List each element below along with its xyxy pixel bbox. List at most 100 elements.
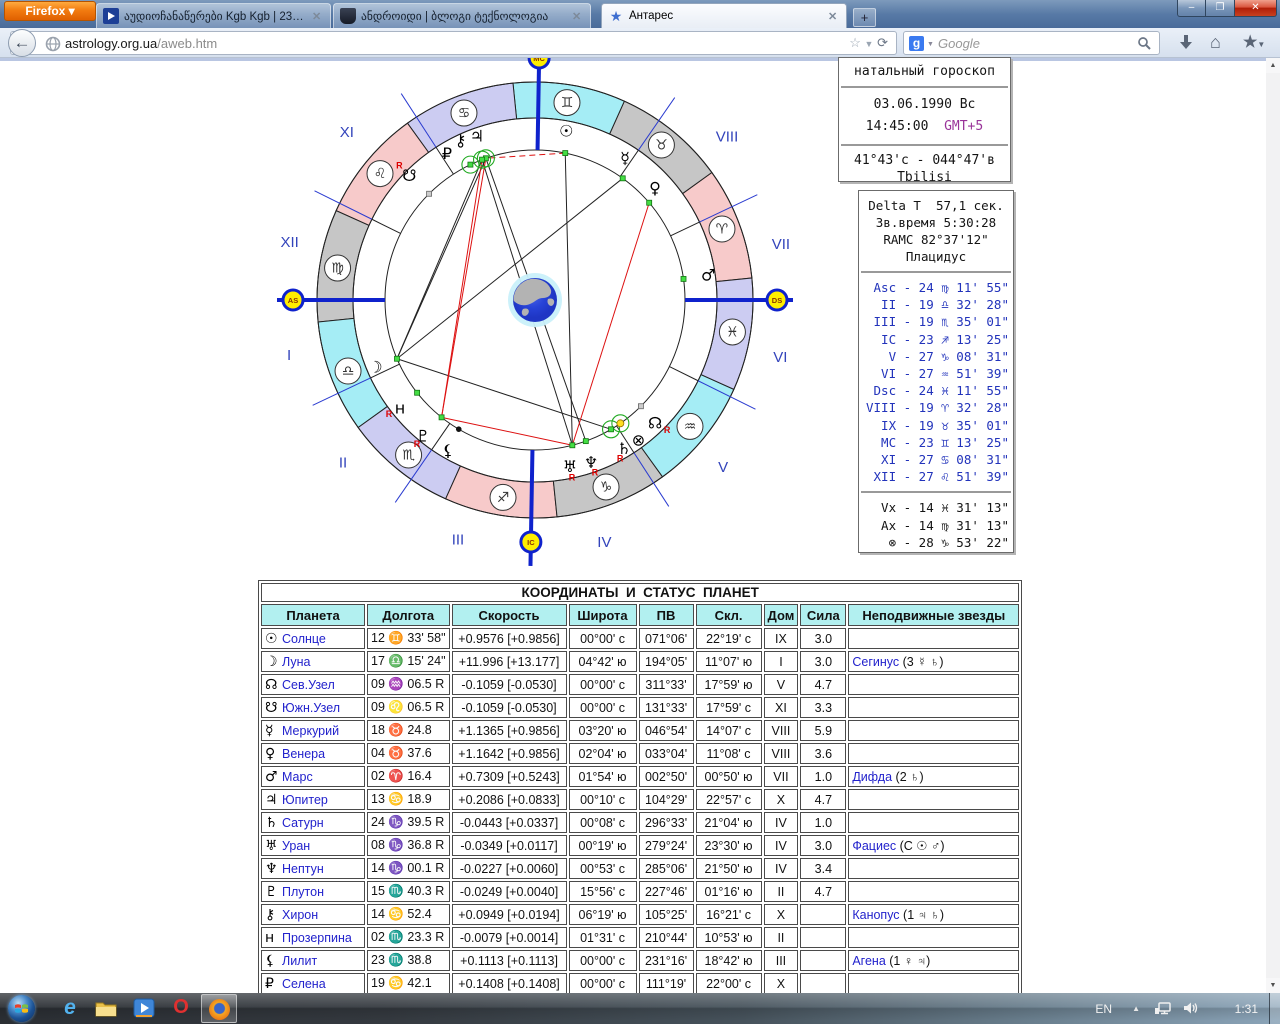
cusp-XII: XII - 27 ♌ 51' 39"	[859, 468, 1013, 485]
planet-name-link[interactable]: Сатурн	[282, 816, 324, 830]
planet-name-link[interactable]: Венера	[282, 747, 325, 761]
planet-glyph-fortune: ⊗	[632, 430, 645, 449]
language-indicator[interactable]: EN	[1095, 1002, 1112, 1016]
planet-name-link[interactable]: Южн.Узел	[282, 701, 340, 715]
planet-glyph-sun: ☉	[559, 121, 573, 140]
planet-row-Сатурн: ♄Сатурн24 ♑ 39.5 R-0.0443 [+0.0337]00°08…	[261, 812, 1019, 833]
cell-speed: -0.1059 [-0.0530]	[452, 674, 567, 695]
column-header-3: Скорость	[452, 604, 567, 626]
house-label-IV: IV	[597, 534, 611, 551]
svg-text:R: R	[569, 472, 576, 482]
download-icon[interactable]	[1176, 32, 1196, 52]
volume-icon[interactable]	[1182, 1000, 1200, 1016]
house-label-II: II	[339, 455, 347, 472]
show-desktop-button[interactable]	[1269, 993, 1280, 1024]
planet-name-link[interactable]: Марс	[282, 770, 313, 784]
house-label-I: I	[287, 347, 291, 364]
cusp-VI: VI - 27 ♒ 51' 39"	[859, 365, 1013, 382]
browser-tab-2[interactable]: ანდროიდი | ბლოგი ტექნოლოგია✕	[333, 3, 591, 28]
search-engine-dropdown-icon[interactable]: ▼	[927, 41, 934, 48]
tray-expand-icon[interactable]: ▲	[1132, 1004, 1140, 1013]
fixed-star-link[interactable]: Агена	[852, 954, 885, 968]
vertical-scrollbar[interactable]: ▲ ▼	[1266, 58, 1280, 993]
svg-text:R: R	[386, 409, 393, 419]
bookmark-star-icon[interactable]: ☆	[849, 35, 861, 50]
taskbar-opera-icon[interactable]: O	[168, 996, 194, 1022]
planet-name-link[interactable]: Меркурий	[282, 724, 339, 738]
fixed-star-link[interactable]: Фациес	[852, 839, 896, 853]
close-button[interactable]: ✕	[1234, 0, 1277, 17]
tab-close-icon[interactable]: ✕	[572, 10, 584, 23]
cell-decl: 17°59' ю	[696, 674, 762, 695]
cell-lon: 19 ♋ 42.1	[367, 973, 450, 994]
url-bar[interactable]: astrology.org.ua/aweb.htm ☆ ▼ ⟳	[10, 31, 897, 55]
horoscope-info-box: натальный гороскоп 03.06.1990 Вс 14:45:0…	[838, 57, 1011, 182]
aspect-line	[565, 153, 572, 445]
scroll-up-arrow[interactable]: ▲	[1266, 58, 1280, 73]
planet-name-link[interactable]: Селена	[282, 977, 326, 991]
cell-house: X	[764, 973, 799, 994]
maximize-button[interactable]: ❐	[1206, 0, 1234, 17]
column-header-5: ПВ	[639, 604, 694, 626]
column-header-9: Неподвижные звезды	[848, 604, 1019, 626]
url-dropdown-icon[interactable]: ▼	[865, 39, 874, 49]
planet-name-link[interactable]: Прозерпина	[282, 931, 352, 945]
firefox-menu-button[interactable]: Firefox ▾	[4, 1, 96, 21]
cell-lon: 02 ♏ 23.3 R	[367, 927, 450, 948]
fixed-star-link[interactable]: Канопус	[852, 908, 899, 922]
planet-name-link[interactable]: Луна	[282, 655, 310, 669]
taskbar-clock[interactable]: 1:31	[1235, 1002, 1258, 1016]
fixed-star-link[interactable]: Дифда	[852, 770, 892, 784]
svg-text:R: R	[414, 439, 421, 449]
planet-name-link[interactable]: Сев.Узел	[282, 678, 335, 692]
cell-power: 1.0	[800, 812, 846, 833]
planet-name-link[interactable]: Нептун	[282, 862, 324, 876]
url-text[interactable]: astrology.org.ua/aweb.htm	[65, 36, 217, 51]
tab-close-icon[interactable]: ✕	[828, 10, 840, 23]
search-box[interactable]: g ▼ Google	[903, 31, 1160, 55]
search-placeholder[interactable]: Google	[938, 36, 980, 51]
planet-name-link[interactable]: Юпитер	[282, 793, 328, 807]
planet-name-link[interactable]: Уран	[282, 839, 310, 853]
cusp-II: II - 19 ♎ 32' 28"	[859, 296, 1013, 313]
reload-icon[interactable]: ⟳	[877, 35, 888, 50]
cell-pv: 210°44'	[639, 927, 694, 948]
cell-speed: +0.1113 [+0.1113]	[452, 950, 567, 971]
bookmarks-menu-icon[interactable]: ★▼	[1243, 32, 1265, 52]
zodiac-sign-glyph: ♓	[726, 324, 739, 340]
planet-name-link[interactable]: Лилит	[282, 954, 317, 968]
start-button[interactable]	[8, 995, 35, 1022]
fixed-star-link[interactable]: Сегинус	[852, 655, 899, 669]
planet-name-link[interactable]: Хирон	[282, 908, 318, 922]
network-icon[interactable]	[1154, 1000, 1172, 1016]
cell-speed: -0.0079 [+0.0014]	[452, 927, 567, 948]
taskbar-internet-explorer-icon[interactable]: e	[57, 996, 83, 1022]
taskbar-media-player-icon[interactable]	[132, 996, 158, 1022]
planet-name-link[interactable]: Солнце	[282, 632, 326, 646]
tab-close-icon[interactable]: ✕	[312, 10, 324, 23]
svg-text:MC: MC	[533, 58, 545, 63]
cell-pv: 227°46'	[639, 881, 694, 902]
cusp-Dsc: Dsc - 24 ♓ 11' 55"	[859, 382, 1013, 399]
back-button[interactable]: ←	[8, 29, 36, 57]
search-icon[interactable]	[1137, 36, 1152, 51]
browser-tab-1[interactable]: აუდიოჩანაწერები Kgb Kgb | 238 აუ...✕	[96, 3, 331, 28]
cell-fixed-star	[848, 973, 1019, 994]
planet-glyph-nnode: ☊	[648, 414, 662, 433]
cell-pv: 105°25'	[639, 904, 694, 925]
new-tab-button[interactable]: +	[853, 8, 876, 27]
planet-name-link[interactable]: Плутон	[282, 885, 324, 899]
house-cusp-list: Asc - 24 ♍ 11' 55" II - 19 ♎ 32' 28" III…	[859, 279, 1013, 485]
cell-speed: +1.1642 [+0.9856]	[452, 743, 567, 764]
browser-tab-3[interactable]: ★Антарес✕	[601, 3, 847, 28]
minimize-button[interactable]: –	[1177, 0, 1206, 17]
taskbar-firefox-button[interactable]	[201, 994, 237, 1023]
home-icon[interactable]: ⌂	[1210, 32, 1221, 53]
cell-decl: 10°53' ю	[696, 927, 762, 948]
zodiac-sign-glyph: ♊	[561, 95, 574, 111]
scroll-down-arrow[interactable]: ▼	[1266, 978, 1280, 993]
planet-glyph: ☿	[265, 723, 282, 739]
star-favicon-icon: ★	[608, 8, 624, 24]
taskbar-windows-explorer-icon[interactable]	[94, 996, 120, 1022]
cell-decl: 23°30' ю	[696, 835, 762, 856]
